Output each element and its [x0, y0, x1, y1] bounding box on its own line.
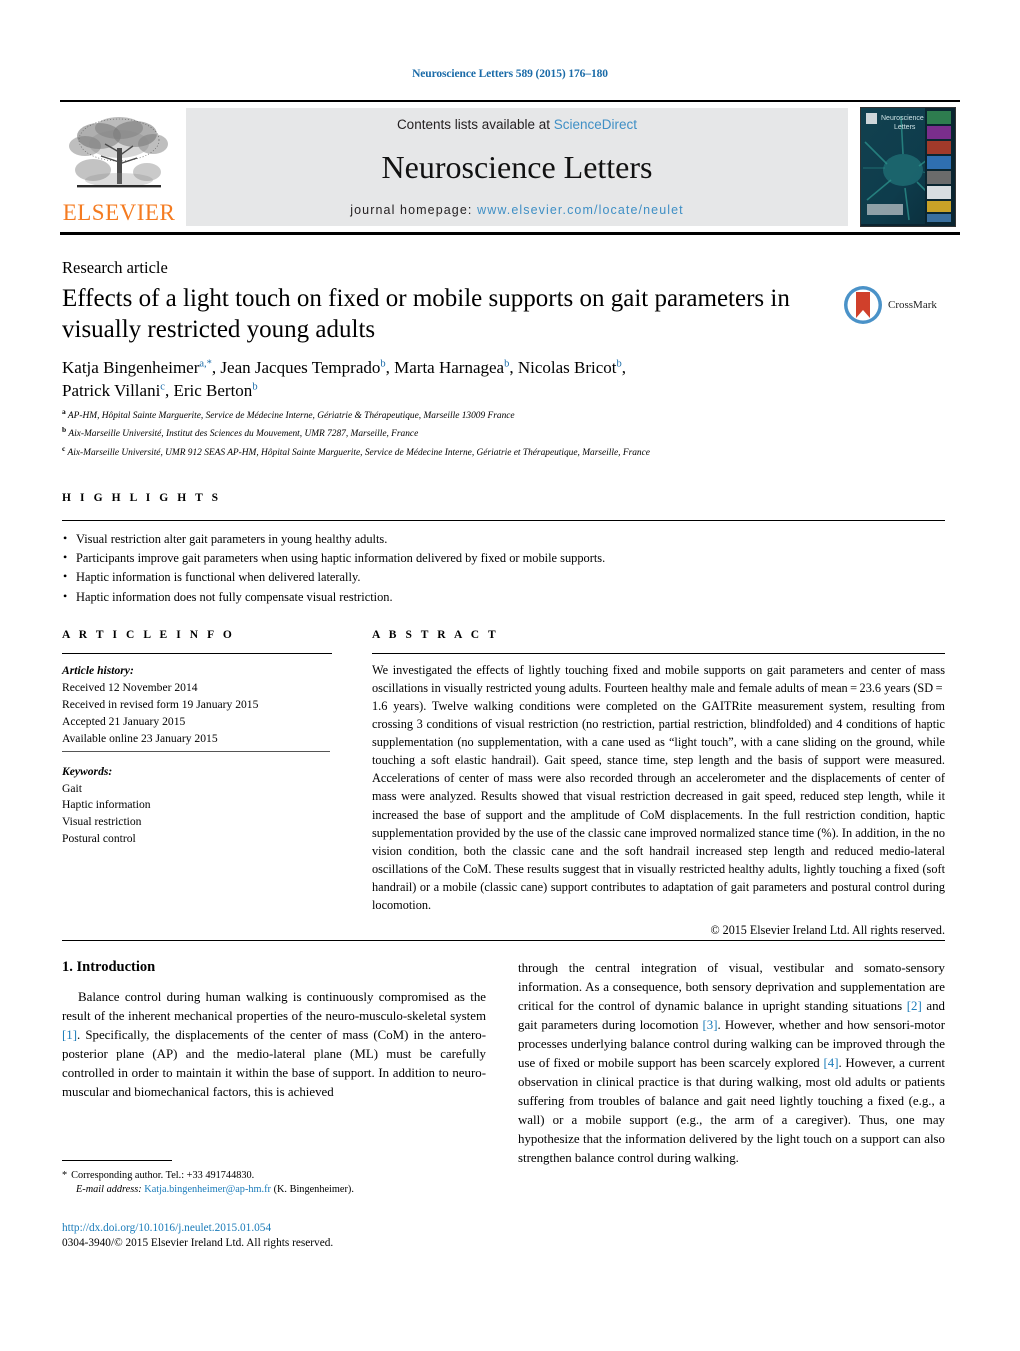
highlights-rule [62, 520, 945, 521]
reference-link-2[interactable]: [2] [907, 999, 922, 1013]
abstract-text: We investigated the effects of lightly t… [372, 663, 945, 912]
journal-cover-thumbnail: Neuroscience Letters [860, 107, 956, 227]
article-history-item: Received 12 November 2014 [62, 680, 198, 694]
abstract-rule [372, 653, 945, 654]
email-link[interactable]: Katja.bingenheimer@ap-hm.fr [144, 1184, 271, 1195]
article-page: Neuroscience Letters 589 (2015) 176–180 [0, 0, 1020, 1351]
intro-right-d: . However, a current observation in clin… [518, 1055, 945, 1165]
reference-link-3[interactable]: [3] [703, 1018, 718, 1032]
intro-paragraph-right: through the central integration of visua… [518, 959, 945, 1168]
keywords-block: Keywords: Gait Haptic information Visual r… [62, 764, 332, 849]
highlight-item: Visual restriction alter gait parameters… [62, 529, 862, 549]
intro-paragraph-left: Balance control during human walking is … [62, 988, 486, 1102]
keyword-item: Postural control [62, 832, 136, 846]
author-name: Nicolas Bricot [517, 358, 617, 377]
article-info-label: A R T I C L E I N F O [62, 629, 235, 641]
corresponding-author-text: Corresponding author. Tel.: +33 49174483… [71, 1170, 255, 1181]
abstract-column: We investigated the effects of lightly t… [372, 661, 945, 940]
abstract-bottom-rule [62, 940, 945, 941]
intro-right-a: through the central integration of visua… [518, 961, 945, 1013]
highlight-item: Participants improve gait parameters whe… [62, 548, 862, 568]
author-list: Katja Bingenheimera,*, Jean Jacques Temp… [62, 357, 852, 403]
crossmark-badge[interactable]: CrossMark [843, 282, 947, 328]
affiliation-item: a AP-HM, Hôpital Sainte Marguerite, Serv… [62, 407, 515, 422]
svg-text:Letters: Letters [894, 124, 916, 131]
authors-line-2: Patrick Villanic, Eric Bertonb [62, 380, 258, 400]
journal-masthead: ELSEVIER Contents lists available at Sci… [60, 100, 960, 235]
highlight-item: Haptic information does not fully compen… [62, 587, 862, 607]
issn-copyright-line: 0304-3940/© 2015 Elsevier Ireland Ltd. A… [62, 1237, 334, 1249]
affiliation-item: b Aix-Marseille Université, Institut des… [62, 425, 419, 440]
article-info-rule [62, 653, 332, 654]
article-info-column: Article history: Received 12 November 20… [62, 663, 332, 858]
author-name: Patrick Villani [62, 380, 161, 400]
keywords-heading: Keywords: [62, 764, 113, 778]
article-history-item: Available online 23 January 2015 [62, 731, 218, 745]
article-history-item: Accepted 21 January 2015 [62, 714, 186, 728]
section-heading-introduction: 1. Introduction [62, 959, 156, 975]
body-column-left: Balance control during human walking is … [62, 988, 486, 1102]
abstract-label: A B S T R A C T [372, 629, 499, 641]
corresponding-author-marker: * [62, 1170, 68, 1181]
page-title: Effects of a light touch on fixed or mob… [62, 285, 790, 343]
footnote-divider [62, 1160, 172, 1161]
reference-link-4[interactable]: [4] [823, 1056, 838, 1070]
affiliation-marker: a [62, 407, 66, 416]
highlights-label: H I G H L I G H T S [62, 492, 222, 504]
author-name: Marta Harnagea [394, 358, 505, 377]
svg-text:Neuroscience: Neuroscience [881, 115, 924, 122]
author-affiliation-marker: c [160, 381, 165, 393]
author-name: Jean Jacques Temprado [220, 358, 381, 377]
author-name: Eric Berton [173, 380, 253, 400]
highlight-item: Haptic information is functional when de… [62, 567, 862, 587]
abstract-copyright: © 2015 Elsevier Ireland Ltd. All rights … [710, 922, 945, 937]
email-label: E-mail address: [76, 1184, 142, 1195]
affiliation-marker: b [62, 425, 67, 435]
contents-prefix: Contents lists available at [396, 117, 554, 132]
masthead-center: Contents lists available at ScienceDirec… [186, 108, 848, 226]
keyword-item: Haptic information [62, 798, 151, 812]
highlights-list: Visual restriction alter gait parameters… [62, 529, 862, 607]
body-column-right: through the central integration of visua… [518, 959, 945, 1168]
cover-artwork: Neuroscience Letters [861, 108, 953, 224]
author-affiliation-marker: b [616, 358, 622, 370]
article-history-items: Received 12 November 2014 Received in rev… [62, 680, 332, 748]
author-affiliation-marker: b [380, 358, 386, 370]
reference-link-1[interactable]: [1] [62, 1028, 77, 1042]
author-affiliation-marker: b [252, 381, 258, 393]
intro-left-b: . Specifically, the displacements of the… [62, 1027, 486, 1099]
article-history-block: Article history: Received 12 November 20… [62, 663, 332, 748]
journal-homepage-line: journal homepage: www.elsevier.com/locat… [350, 203, 684, 217]
email-note: E-mail address: Katja.bingenheimer@ap-hm… [76, 1182, 506, 1197]
homepage-link[interactable]: www.elsevier.com/locate/neulet [477, 203, 684, 217]
article-history-heading: Article history: [62, 664, 134, 677]
keywords-divider [62, 751, 330, 752]
authors-line-1: Katja Bingenheimera,*, Jean Jacques Temp… [62, 358, 627, 377]
author-affiliation-marker: a,* [199, 358, 212, 370]
crossmark-label: CrossMark [888, 299, 937, 311]
author-affiliation-marker: b [504, 358, 510, 370]
journal-cover: Neuroscience Letters [856, 107, 960, 227]
keyword-item: Visual restriction [62, 815, 142, 829]
article-history-item: Received in revised form 19 January 2015 [62, 697, 259, 711]
article-type: Research article [62, 258, 168, 277]
intro-left-a: Balance control during human walking is … [62, 990, 486, 1023]
publisher-logo: ELSEVIER [60, 108, 178, 226]
contents-line: Contents lists available at ScienceDirec… [397, 117, 637, 132]
publisher-name: ELSEVIER [62, 200, 176, 225]
journal-title: Neuroscience Letters [381, 148, 653, 185]
affiliation-marker: c [62, 443, 66, 453]
keywords-items: Gait Haptic information Visual restriction… [62, 781, 332, 849]
email-suffix: (K. Bingenheimer). [273, 1184, 354, 1195]
doi-link[interactable]: http://dx.doi.org/10.1016/j.neulet.2015.… [62, 1222, 271, 1234]
affiliation-item: c Aix-Marseille Université, UMR 912 SEAS… [62, 443, 650, 458]
running-head: Neuroscience Letters 589 (2015) 176–180 [412, 68, 608, 80]
elsevier-tree-logo [69, 117, 168, 188]
keyword-item: Gait [62, 781, 82, 795]
sciencedirect-link[interactable]: ScienceDirect [554, 117, 637, 132]
crossmark-logo-icon [844, 286, 882, 324]
affiliation-list: a AP-HM, Hôpital Sainte Marguerite, Serv… [62, 406, 892, 461]
homepage-prefix: journal homepage: [350, 203, 478, 217]
author-name: Katja Bingenheimer [62, 358, 200, 377]
